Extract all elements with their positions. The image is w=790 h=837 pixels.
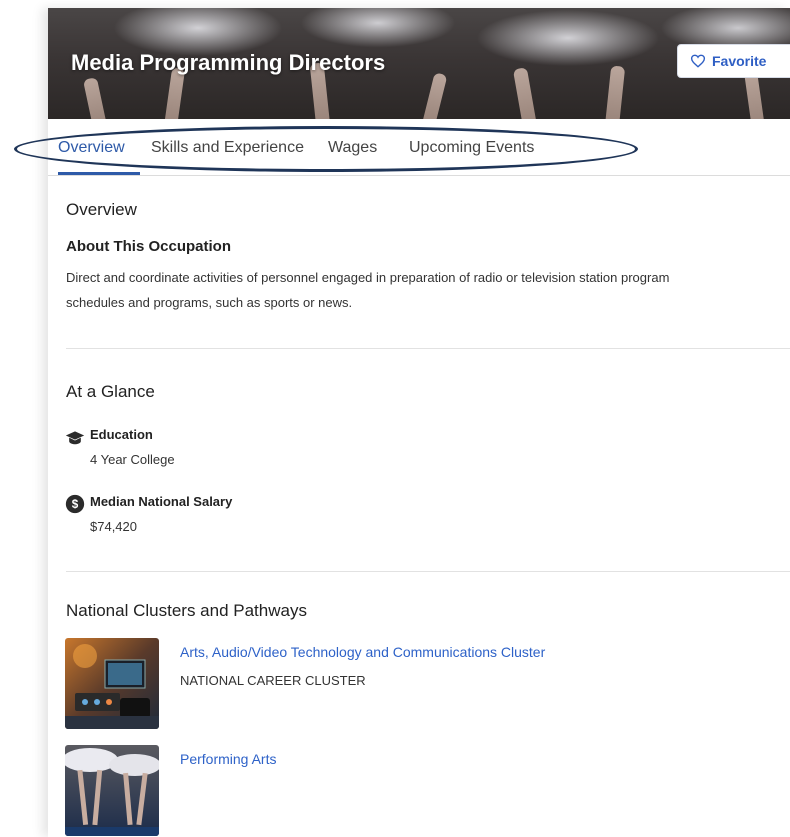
- about-text-line-2: schedules and programs, such as sports o…: [66, 295, 353, 310]
- glance-label-salary: Median National Salary: [90, 494, 233, 509]
- glance-value-salary: $74,420: [90, 519, 137, 534]
- glance-item-education: Education 4 Year College: [65, 427, 366, 472]
- page-title: Media Programming Directors: [71, 50, 386, 75]
- favorite-label: Favorite: [712, 53, 767, 69]
- glance-item-salary: $ Median National Salary $74,420: [65, 494, 366, 539]
- svg-text:$: $: [72, 498, 79, 511]
- tab-overview[interactable]: Overview: [58, 139, 125, 157]
- glance-label-education: Education: [90, 427, 153, 442]
- ballet-image: [65, 745, 159, 836]
- active-tab-indicator: [58, 172, 140, 175]
- tab-skills-and-experience[interactable]: Skills and Experience: [151, 139, 304, 157]
- tab-wages[interactable]: Wages: [328, 139, 377, 157]
- section-heading-glance: At a Glance: [66, 382, 155, 401]
- studio-equipment-image: [65, 638, 159, 729]
- hero-banner: Media Programming Directors Favorite: [48, 8, 790, 119]
- glance-value-education: 4 Year College: [90, 452, 175, 467]
- divider: [66, 571, 790, 572]
- dollar-circle-icon: $: [65, 494, 85, 514]
- cluster-thumbnail-performing-arts[interactable]: [65, 745, 159, 836]
- section-heading-overview: Overview: [66, 200, 137, 219]
- divider: [66, 348, 790, 349]
- favorite-button[interactable]: Favorite: [677, 44, 790, 78]
- tab-upcoming-events[interactable]: Upcoming Events: [409, 139, 534, 157]
- cluster-subtitle: NATIONAL CAREER CLUSTER: [180, 673, 366, 688]
- heart-icon: [690, 54, 706, 68]
- about-heading: About This Occupation: [66, 238, 231, 255]
- cluster-link-arts-av[interactable]: Arts, Audio/Video Technology and Communi…: [180, 644, 545, 660]
- cluster-link-performing-arts[interactable]: Performing Arts: [180, 751, 276, 767]
- graduation-cap-icon: [65, 431, 85, 445]
- section-heading-clusters: National Clusters and Pathways: [66, 601, 307, 620]
- cluster-thumbnail-arts-av[interactable]: [65, 638, 159, 729]
- about-text-line-1: Direct and coordinate activities of pers…: [66, 270, 670, 285]
- tab-bar: Overview Skills and Experience Wages Upc…: [48, 119, 790, 176]
- about-text: Direct and coordinate activities of pers…: [66, 265, 790, 315]
